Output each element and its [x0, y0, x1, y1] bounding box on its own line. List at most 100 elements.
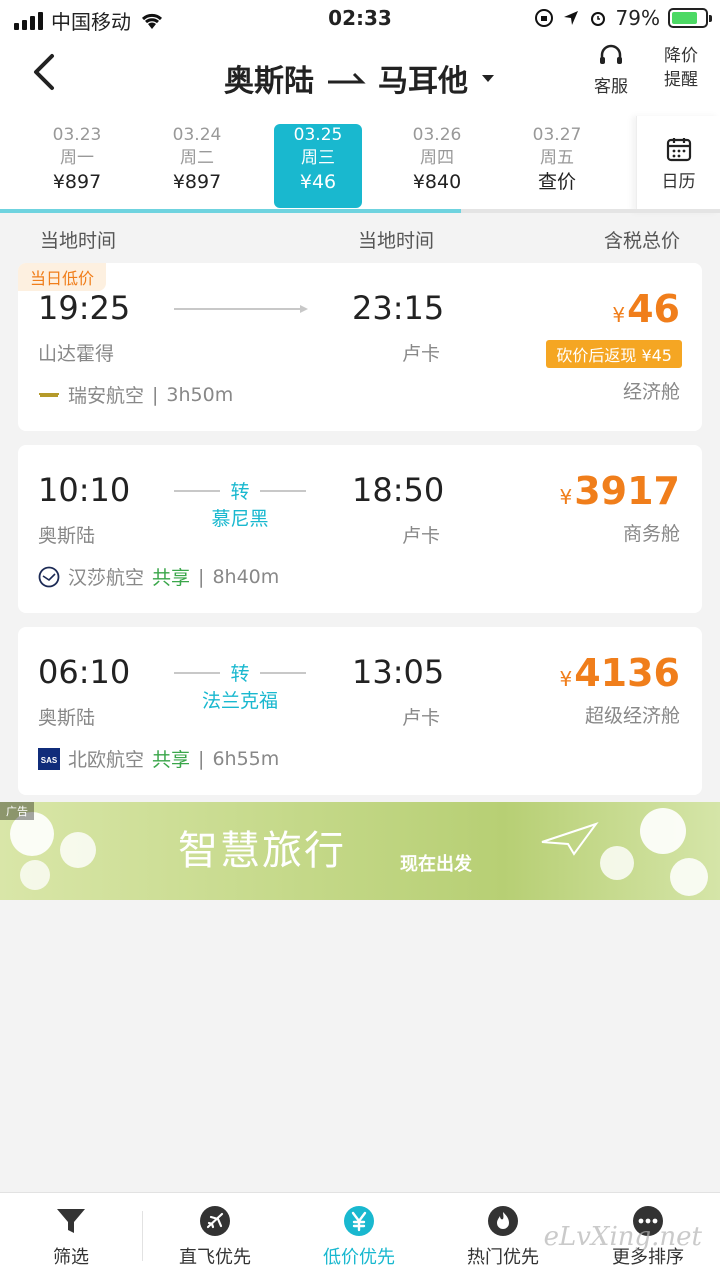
- currency-symbol: ¥: [559, 667, 573, 691]
- battery-percent: 79%: [615, 6, 660, 30]
- flight-duration: 8h40m: [212, 565, 280, 588]
- lufthansa-logo-icon: [38, 566, 60, 587]
- arr-time-header: 当地时间: [358, 230, 435, 252]
- airline-info: 瑞安航空 | 3h50m: [38, 381, 233, 408]
- weekday-label: 周四: [420, 148, 454, 168]
- ad-title: 智慧旅行: [178, 828, 346, 874]
- price-alert-button[interactable]: 降价 提醒: [658, 44, 704, 92]
- ad-subtitle: 现在出发: [400, 854, 472, 875]
- customer-service-button[interactable]: 客服: [588, 44, 634, 99]
- price-alert-label-1: 降价: [664, 46, 698, 66]
- battery-icon: [668, 8, 712, 28]
- departure-time: 06:10: [38, 653, 131, 691]
- nav-divider: [142, 1211, 143, 1261]
- date-tab[interactable]: 03.23 周一 ¥897: [33, 124, 121, 208]
- date-selector: 03.23 周一 ¥897 03.24 周二 ¥897 03.25 周三 ¥46…: [0, 116, 720, 212]
- transfer-city: 法兰克福: [201, 690, 278, 712]
- weekday-label: 周三: [301, 148, 335, 168]
- arrival-time: 23:15: [352, 289, 445, 327]
- airline-name: 瑞安航空: [68, 385, 145, 407]
- flight-card[interactable]: 10:10 转 慕尼黑 18:50 奥斯陆 卢卡 ¥3917 商务舱 汉莎航空 …: [18, 445, 702, 613]
- nav-low-price-first[interactable]: 低价优先: [299, 1205, 419, 1269]
- departure-airport: 奥斯陆: [38, 707, 96, 729]
- transfer-city: 慕尼黑: [211, 508, 269, 530]
- low-price-tag: 当日低价: [18, 263, 107, 291]
- fire-icon: [488, 1206, 518, 1236]
- weekday-label: 周二: [180, 148, 214, 168]
- date-label: 03.25: [293, 125, 343, 145]
- flight-price: ¥3917: [559, 469, 681, 513]
- date-scroll-indicator: [0, 209, 720, 213]
- codeshare-badge: 共享: [152, 567, 191, 589]
- transfer-info: 转 法兰克福: [174, 659, 306, 713]
- nav-label: 低价优先: [323, 1247, 395, 1268]
- chevron-down-icon: [482, 75, 494, 82]
- departure-airport: 山达霍得: [38, 343, 115, 365]
- destination-city: 马耳他: [378, 64, 468, 99]
- flight-card[interactable]: 当日低价 19:25 23:15 山达霍得 卢卡 ¥46 砍价后返现 ¥45 经…: [18, 263, 702, 431]
- nav-filter[interactable]: 筛选: [11, 1205, 131, 1269]
- date-label: 03.27: [532, 125, 582, 145]
- paper-plane-icon: [541, 822, 599, 856]
- transfer-label: 转: [220, 481, 260, 503]
- arrival-time: 18:50: [352, 471, 445, 509]
- date-tab[interactable]: 03.24 周二 ¥897: [153, 124, 241, 208]
- ad-banner[interactable]: 广告 智慧旅行 现在出发: [0, 802, 720, 900]
- weekday-label: 周五: [540, 148, 574, 168]
- nav-label: 热门优先: [467, 1247, 539, 1268]
- date-price: 查价: [537, 171, 576, 193]
- separator: |: [152, 383, 159, 406]
- weekday-label: 周一: [60, 148, 94, 168]
- airline-name: 北欧航空: [68, 749, 145, 771]
- price-header: 含税总价: [603, 230, 680, 252]
- nav-label: 直飞优先: [179, 1247, 251, 1268]
- airline-info: 汉莎航空 共享 | 8h40m: [38, 563, 279, 590]
- date-tab[interactable]: 03.27 周五 查价: [513, 124, 601, 208]
- flight-price: ¥46: [612, 287, 680, 331]
- customer-service-label: 客服: [594, 77, 628, 97]
- ryanair-logo-icon: [39, 392, 59, 397]
- airline-name: 汉莎航空: [68, 567, 145, 589]
- route-arrow-icon: [328, 72, 366, 84]
- flight-price: ¥4136: [559, 651, 681, 695]
- app-header: 奥斯陆 马耳他 客服 降价 提醒: [0, 36, 720, 116]
- nav-direct-first[interactable]: 直飞优先: [155, 1205, 275, 1269]
- codeshare-badge: 共享: [152, 749, 191, 771]
- departure-time: 10:10: [38, 471, 131, 509]
- svg-text:SAS: SAS: [41, 756, 58, 765]
- separator: |: [198, 747, 205, 770]
- flight-card[interactable]: 06:10 转 法兰克福 13:05 奥斯陆 卢卡 ¥4136 超级经济舱 SA…: [18, 627, 702, 795]
- date-label: 03.26: [412, 125, 462, 145]
- calendar-label: 日历: [661, 172, 696, 192]
- flight-duration: 3h50m: [166, 383, 234, 406]
- orientation-lock-icon: [534, 9, 553, 27]
- cabin-class: 商务舱: [622, 523, 680, 545]
- origin-city: 奥斯陆: [224, 64, 314, 99]
- headset-icon: [600, 44, 622, 64]
- column-headers: 当地时间 当地时间 含税总价: [0, 222, 720, 254]
- cabin-class: 超级经济舱: [584, 705, 680, 727]
- plane-icon: [200, 1206, 230, 1236]
- arrival-airport: 卢卡: [401, 343, 440, 365]
- sas-logo-icon: SAS: [38, 747, 60, 770]
- watermark: eLvXing.net: [543, 1222, 702, 1252]
- airline-info: SAS 北欧航空 共享 | 6h55m: [38, 745, 279, 772]
- arrival-time: 13:05: [352, 653, 445, 691]
- date-tab-selected[interactable]: 03.25 周三 ¥46: [274, 124, 362, 208]
- flight-line: [174, 305, 308, 313]
- calendar-button[interactable]: 日历: [636, 116, 720, 212]
- date-tab[interactable]: 03.26 周四 ¥840: [393, 124, 481, 208]
- date-price: ¥897: [172, 171, 222, 193]
- yen-icon: [344, 1206, 374, 1236]
- currency-symbol: ¥: [612, 303, 626, 327]
- alarm-icon: [590, 12, 605, 26]
- rebate-badge: 砍价后返现 ¥45: [546, 340, 682, 368]
- date-price: ¥897: [52, 171, 102, 193]
- departure-time: 19:25: [38, 289, 131, 327]
- cabin-class: 经济舱: [622, 381, 680, 403]
- currency-symbol: ¥: [559, 485, 573, 509]
- date-label: 03.23: [52, 125, 102, 145]
- arrival-airport: 卢卡: [401, 707, 440, 729]
- arrival-airport: 卢卡: [401, 525, 440, 547]
- separator: |: [198, 565, 205, 588]
